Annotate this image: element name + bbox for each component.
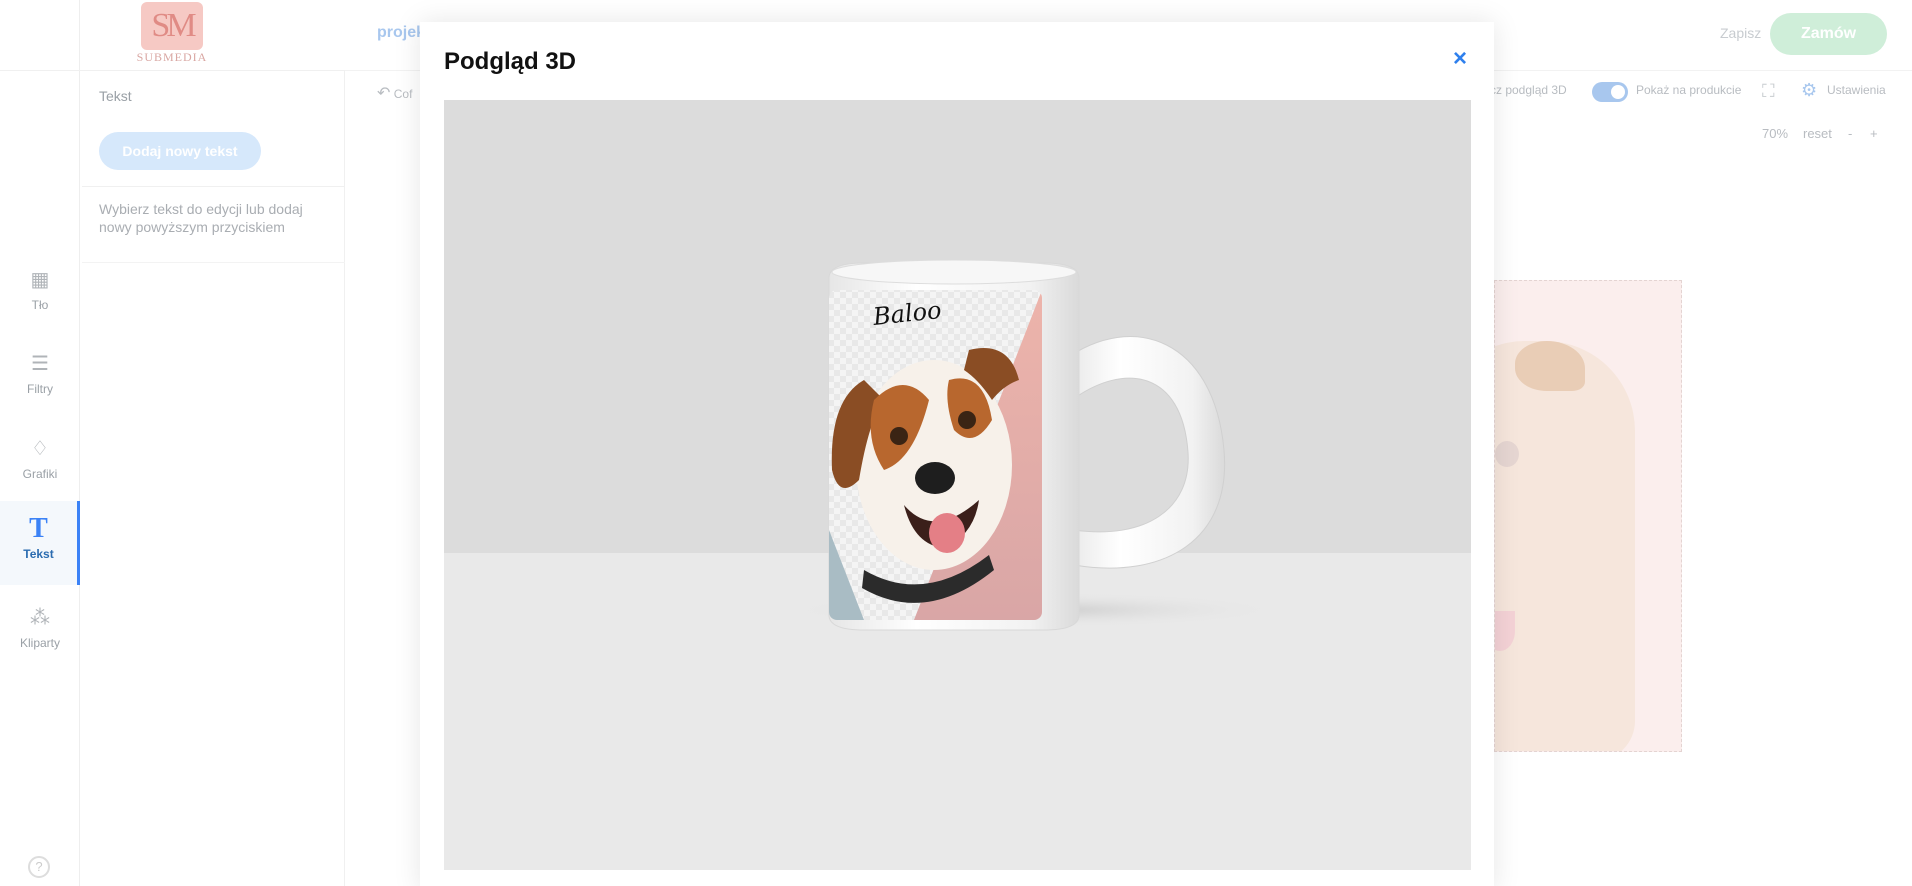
dog-eye-right (958, 411, 976, 429)
modal-title: Podgląd 3D (444, 48, 577, 75)
mug-handle (1063, 336, 1226, 569)
dog-nose (915, 462, 955, 494)
3d-viewer[interactable]: Baloo (444, 100, 1471, 870)
mug-rim (831, 259, 1077, 285)
preview-3d-modal: Podgląd 3D × Baloo (420, 22, 1494, 886)
mug-print (829, 290, 1042, 620)
close-icon[interactable]: × (1448, 47, 1472, 72)
mug-render: Baloo (784, 259, 1284, 631)
dog-tongue (929, 513, 965, 553)
dog-eye-left (890, 427, 908, 445)
